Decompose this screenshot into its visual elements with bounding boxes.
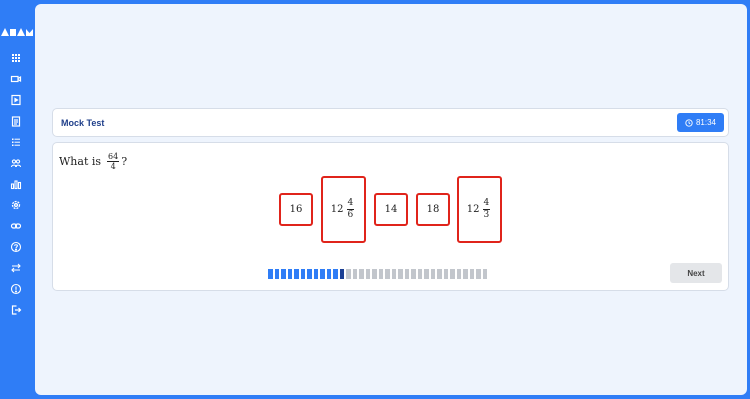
progress-segment	[378, 269, 383, 279]
question-card: What is 64 4 ? 16 12 4 6 14 18 12 4 3 Ne…	[52, 142, 729, 291]
progress-segment	[450, 269, 455, 279]
video-icon[interactable]	[10, 73, 22, 85]
answer-option-4[interactable]: 18	[416, 193, 450, 226]
progress-segment	[411, 269, 416, 279]
progress-segment	[339, 269, 344, 279]
progress-segment	[313, 269, 318, 279]
link-icon[interactable]	[10, 220, 22, 232]
progress-segment	[274, 269, 279, 279]
progress-segment	[391, 269, 396, 279]
question-fraction: 64 4	[107, 152, 120, 171]
progress-segment	[443, 269, 448, 279]
main-panel: Mock Test 81:34 What is 64 4 ? 16 12 4 6	[35, 4, 747, 395]
app-logo[interactable]	[1, 26, 33, 36]
progress-segment	[287, 269, 292, 279]
progress-segment	[385, 269, 390, 279]
sidebar	[0, 0, 35, 399]
progress-segment	[417, 269, 422, 279]
mixed-number: 12 4 3	[467, 198, 492, 221]
progress-segment	[476, 269, 481, 279]
progress-segment	[294, 269, 299, 279]
progress-segment	[326, 269, 331, 279]
progress-segment	[281, 269, 286, 279]
progress-segment	[300, 269, 305, 279]
progress-segment	[463, 269, 468, 279]
progress-segment	[469, 269, 474, 279]
swap-icon[interactable]	[10, 262, 22, 274]
option-fraction: 4 6	[346, 198, 355, 221]
mixed-number: 12 4 6	[331, 198, 356, 221]
timer-badge: 81:34	[677, 113, 724, 132]
bar-chart-icon[interactable]	[10, 178, 22, 190]
settings-icon[interactable]	[10, 199, 22, 211]
answer-option-1[interactable]: 16	[279, 193, 313, 226]
option-denominator: 6	[347, 210, 354, 220]
list-icon[interactable]	[10, 136, 22, 148]
progress-segment	[352, 269, 357, 279]
question-denominator: 4	[110, 162, 116, 171]
progress-segment	[482, 269, 487, 279]
option-whole: 12	[466, 204, 480, 215]
progress-segment	[430, 269, 435, 279]
progress-segment	[404, 269, 409, 279]
question-suffix: ?	[121, 155, 128, 168]
info-icon[interactable]	[10, 283, 22, 295]
answer-option-3[interactable]: 14	[374, 193, 408, 226]
progress-segment	[320, 269, 325, 279]
progress-segment	[268, 269, 273, 279]
progress-segment	[456, 269, 461, 279]
grid-icon[interactable]	[10, 52, 22, 64]
users-icon[interactable]	[10, 157, 22, 169]
help-icon[interactable]	[10, 241, 22, 253]
test-header: Mock Test 81:34	[52, 108, 729, 137]
answer-option-2[interactable]: 12 4 6	[321, 176, 366, 243]
option-denominator: 3	[483, 210, 490, 220]
timer-value: 81:34	[695, 118, 717, 127]
progress-segment	[365, 269, 370, 279]
answer-option-5[interactable]: 12 4 3	[457, 176, 502, 243]
question-progress-bar	[268, 269, 487, 279]
page-title: Mock Test	[61, 118, 105, 128]
option-numerator: 4	[482, 198, 491, 210]
progress-segment	[398, 269, 403, 279]
progress-segment	[346, 269, 351, 279]
progress-segment	[307, 269, 312, 279]
option-whole: 12	[330, 204, 344, 215]
clipboard-icon[interactable]	[10, 115, 22, 127]
question-numerator: 64	[107, 152, 120, 162]
option-value: 16	[289, 204, 303, 215]
progress-segment	[359, 269, 364, 279]
option-value: 18	[426, 204, 440, 215]
option-numerator: 4	[346, 198, 355, 210]
progress-segment	[424, 269, 429, 279]
question-text: What is 64 4 ?	[59, 152, 127, 171]
timer-icon	[685, 118, 693, 127]
option-value: 14	[384, 204, 398, 215]
next-button[interactable]: Next	[670, 263, 722, 283]
logout-icon[interactable]	[10, 304, 22, 316]
question-prefix: What is	[59, 155, 102, 168]
progress-segment	[333, 269, 338, 279]
progress-segment	[437, 269, 442, 279]
option-fraction: 4 3	[482, 198, 491, 221]
play-box-icon[interactable]	[10, 94, 22, 106]
progress-segment	[372, 269, 377, 279]
